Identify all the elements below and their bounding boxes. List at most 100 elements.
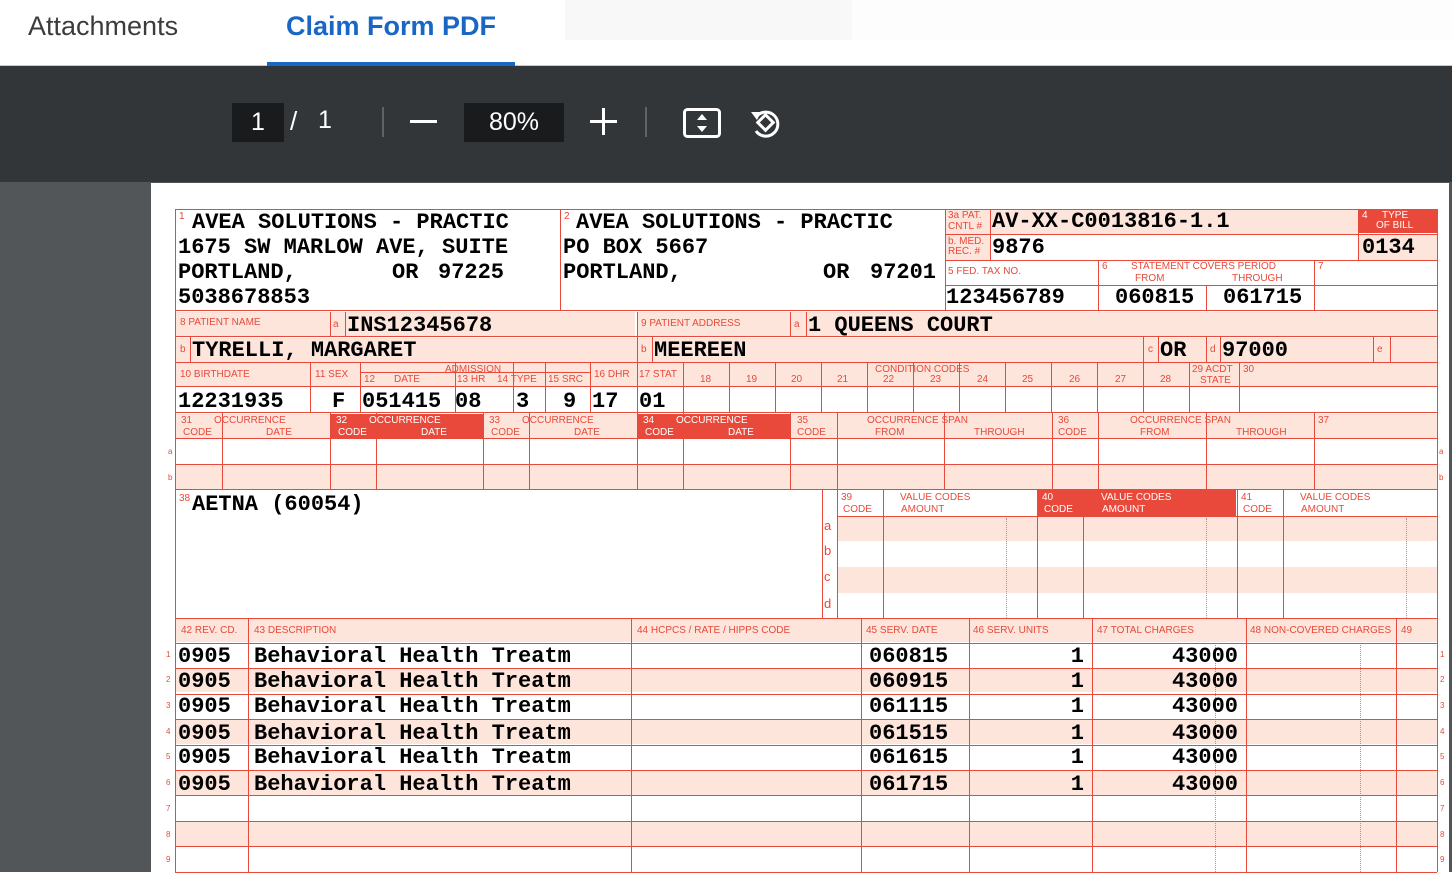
tab-claim-form-pdf[interactable]: Claim Form PDF (267, 0, 515, 66)
statement-through: 061715 (1223, 285, 1303, 310)
revenue-code: 0905 (178, 669, 231, 694)
form-shade (175, 822, 1437, 846)
form-rule (1005, 362, 1006, 412)
pdf-toolbar: 1 / 1 80% (0, 66, 1452, 182)
form-rule (590, 362, 591, 412)
line-description: Behavioral Health Treatm (254, 772, 571, 797)
line-description: Behavioral Health Treatm (254, 721, 571, 746)
provider-city: PORTLAND, (178, 260, 297, 285)
form-field-label: 18 (700, 374, 712, 385)
service-date: 061715 (869, 772, 949, 797)
form-field-label: 45 SERV. DATE (866, 625, 938, 636)
form-row-number: b (1439, 473, 1444, 482)
provider-phone: 5038678853 (178, 285, 311, 310)
form-field-label: b (180, 344, 186, 355)
form-field-label: 30 (1243, 364, 1255, 375)
form-field-label: OCCURRENCE (214, 415, 286, 426)
form-field-label: DATE (421, 427, 447, 438)
form-field-label: 35 (797, 415, 809, 426)
form-rule (1390, 336, 1391, 362)
admission-type: 3 (516, 389, 530, 414)
provider-state: OR (392, 260, 419, 285)
form-field-label: 32 (336, 415, 348, 426)
admission-source: 9 (563, 389, 577, 414)
form-rule (637, 412, 638, 489)
form-field-label: OCCURRENCE (522, 415, 594, 426)
form-field-label: 7 (1318, 261, 1324, 272)
form-dotted-rule (1406, 518, 1407, 618)
service-units: 1 (1070, 669, 1084, 694)
rotate-icon[interactable] (747, 104, 785, 142)
value-row-label: d (824, 596, 832, 611)
service-units: 1 (1070, 694, 1084, 719)
patient-city: MEEREEN (654, 338, 747, 363)
form-field-label: 48 NON-COVERED CHARGES (1250, 625, 1392, 636)
form-field-label: FROM (1140, 427, 1170, 438)
form-field-label: OCCURRENCE SPAN (1130, 415, 1231, 426)
patient-address: 1 QUEENS COURT (808, 313, 993, 338)
form-rule (1098, 260, 1099, 310)
fit-page-icon[interactable] (683, 108, 721, 138)
discharge-hour: 17 (592, 389, 619, 414)
form-shade (175, 464, 1437, 489)
tab-attachments[interactable]: Attachments (28, 0, 178, 66)
type-of-bill: 0134 (1362, 235, 1415, 260)
pay-to-city: PORTLAND, (563, 260, 682, 285)
patient-name: TYRELLI, MARGARET (192, 338, 417, 363)
total-charges: 43000 (1171, 644, 1238, 669)
page-number-input[interactable]: 1 (232, 103, 284, 142)
revenue-code: 0905 (178, 721, 231, 746)
patient-id: INS12345678 (347, 313, 493, 338)
form-rule (652, 336, 653, 362)
form-rule (513, 362, 514, 412)
form-row-number: 2 (1440, 675, 1445, 684)
form-field-label: 23 (930, 374, 942, 385)
form-rule (175, 846, 1437, 848)
form-row-number: 7 (166, 804, 171, 813)
form-row-number: 9 (166, 855, 171, 864)
form-rule (1143, 336, 1144, 362)
form-field-label: 44 HCPCS / RATE / HIPPS CODE (637, 625, 791, 636)
form-field-label: THROUGH (974, 427, 1025, 438)
form-field-label: 3a PAT. (948, 210, 982, 221)
form-field-label: OF BILL (1376, 220, 1414, 231)
toolbar-divider (645, 107, 647, 137)
form-field-label: 47 TOTAL CHARGES (1097, 625, 1194, 636)
form-field-label: 13 HR (457, 374, 486, 385)
pay-to-zip: 97201 (870, 260, 937, 285)
form-field-label: CODE (338, 427, 367, 438)
form-field-label: 10 BIRTHDATE (180, 369, 250, 380)
form-field-label: a (333, 319, 339, 330)
form-rule (1358, 209, 1359, 260)
form-field-label: 31 (181, 415, 193, 426)
form-rule (821, 362, 822, 412)
form-rule (1052, 412, 1053, 489)
form-row-number: 2 (166, 675, 171, 684)
form-rule (1220, 336, 1221, 362)
form-field-label: 27 (1115, 374, 1127, 385)
zoom-level-input[interactable]: 80% (464, 103, 564, 142)
total-charges: 43000 (1171, 745, 1238, 770)
form-row-number: 5 (1440, 752, 1445, 761)
form-rule (360, 362, 361, 412)
birthdate: 12231935 (178, 389, 284, 414)
form-dotted-rule (1360, 645, 1361, 872)
form-rule (175, 209, 176, 872)
form-field-label: FROM (875, 427, 905, 438)
form-field-label: CODE (1243, 504, 1272, 515)
tab-bar-spacer (565, 0, 852, 40)
form-field-label: OCCURRENCE (676, 415, 748, 426)
service-date: 061515 (869, 721, 949, 746)
form-rule (729, 362, 730, 412)
federal-tax-number: 123456789 (946, 285, 1065, 310)
total-charges: 43000 (1171, 694, 1238, 719)
form-field-label: 39 (841, 492, 853, 503)
zoom-out-icon[interactable] (410, 120, 437, 123)
service-date: 061115 (869, 694, 949, 719)
form-field-label: d (1210, 344, 1216, 355)
value-row-label: a (824, 518, 832, 533)
form-row-number: 8 (166, 830, 171, 839)
form-rule (310, 362, 311, 412)
zoom-in-icon[interactable] (590, 108, 617, 135)
sex: F (332, 389, 346, 414)
